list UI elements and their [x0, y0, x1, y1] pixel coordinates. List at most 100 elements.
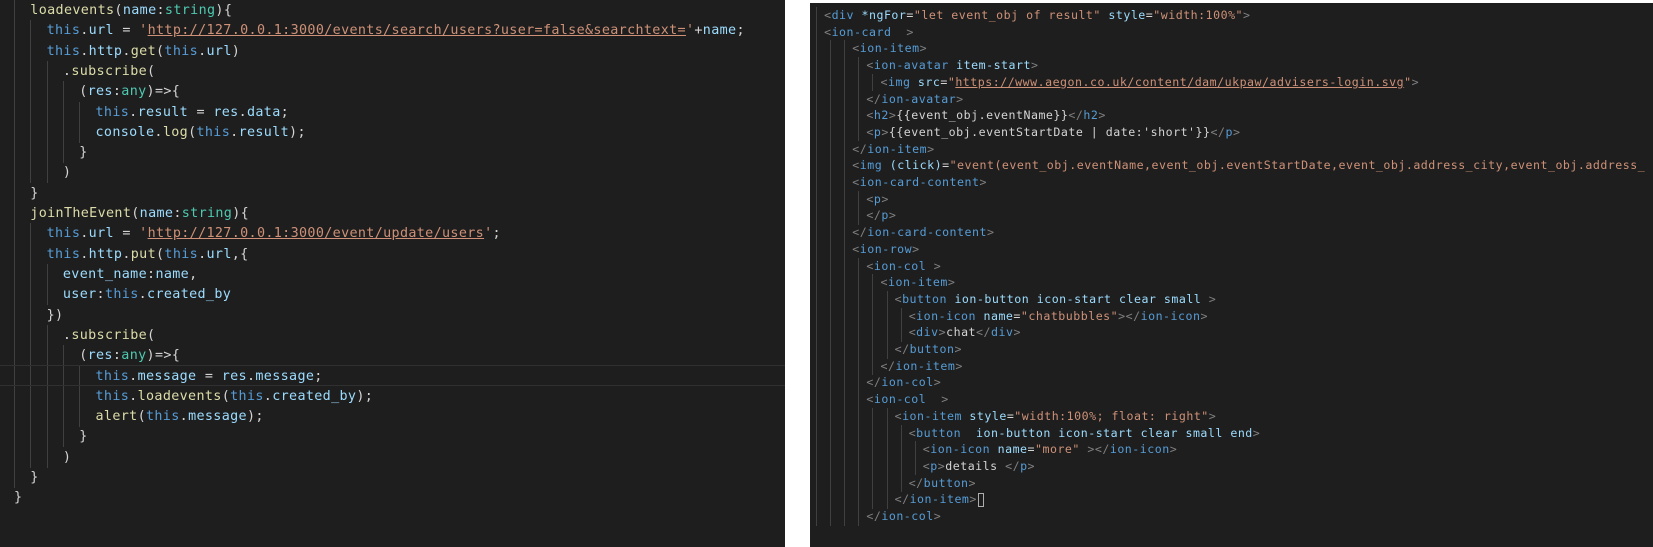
code-line[interactable]: </button>	[810, 341, 1653, 359]
code-line[interactable]: .subscribe(	[0, 324, 785, 346]
code-line[interactable]: <h2>{{event_obj.eventName}}</h2>	[810, 107, 1653, 125]
code-token: .	[122, 246, 131, 262]
code-line[interactable]: joinTheEvent(name:string){	[0, 203, 785, 224]
code-token: event_name	[62, 266, 148, 282]
code-line[interactable]: </button>	[810, 474, 1653, 493]
code-line[interactable]: .subscribe(	[0, 60, 785, 82]
code-line[interactable]: }	[0, 182, 785, 204]
indent-guide	[14, 0, 15, 21]
code-line[interactable]: <ion-card-content>	[810, 174, 1653, 192]
indent-guide	[816, 207, 817, 225]
code-line[interactable]: user:this.created_by	[0, 284, 785, 306]
code-line[interactable]: this.message = res.message;	[0, 365, 785, 387]
indent-guide	[844, 491, 846, 509]
code-line[interactable]: </ion-item>	[810, 357, 1653, 376]
code-line[interactable]: <img (click)="event(event_obj.eventName,…	[810, 157, 1653, 175]
code-line[interactable]: </ion-avatar>	[810, 90, 1653, 108]
code-line[interactable]: this.result = res.data;	[0, 101, 785, 123]
code-line[interactable]: this.url = 'http://127.0.0.1:3000/event/…	[0, 223, 785, 245]
code-token: >	[1013, 325, 1021, 340]
code-line[interactable]: </p>	[810, 207, 1653, 225]
code-line[interactable]: this.loadevents(this.created_by);	[0, 385, 785, 407]
code-line[interactable]: <ion-item>	[810, 274, 1653, 292]
code-line[interactable]: </ion-col>	[810, 508, 1653, 526]
code-token: >	[919, 41, 928, 56]
indent-guide	[858, 424, 860, 442]
code-line[interactable]: <ion-col >	[810, 391, 1653, 409]
code-token: ion-card	[831, 24, 892, 39]
code-token: src	[910, 74, 941, 89]
code-line[interactable]: </ion-item>	[810, 140, 1653, 159]
code-token: <	[852, 241, 860, 256]
indent-guide	[886, 441, 888, 459]
code-line[interactable]: <ion-icon name="chatbubbles"></ion-icon>	[810, 307, 1653, 326]
indent-guide	[872, 274, 874, 292]
code-token: )=>{	[146, 84, 181, 100]
indent-guide	[30, 366, 32, 386]
indent-guide	[886, 341, 888, 359]
code-line[interactable]: <ion-item>	[810, 40, 1653, 58]
indent-guide	[46, 60, 48, 82]
indent-guide	[830, 424, 832, 442]
code-token: ){	[232, 206, 250, 221]
code-token: =	[1013, 308, 1021, 323]
code-line[interactable]: <div>chat</div>	[810, 324, 1653, 342]
code-token: >	[933, 375, 942, 390]
code-line[interactable]: loadevents(name:string){	[0, 0, 785, 21]
code-line[interactable]: <ion-col >	[810, 257, 1653, 275]
code-line[interactable]: <button ion-button icon-start clear smal…	[810, 424, 1653, 442]
indent-guide	[844, 207, 846, 225]
code-line[interactable]: this.http.get(this.url)	[0, 40, 785, 62]
code-line[interactable]: </ion-card-content>	[810, 224, 1653, 242]
code-token: <	[866, 258, 874, 273]
code-line[interactable]: event_name:name,	[0, 263, 785, 285]
code-line[interactable]: }	[0, 142, 785, 164]
code-line[interactable]: )	[0, 446, 785, 468]
code-line[interactable]: }	[0, 466, 785, 488]
code-token: button	[923, 475, 969, 490]
code-token: >	[986, 225, 995, 240]
code-line[interactable]: })	[0, 304, 785, 326]
indent-guide	[886, 307, 888, 326]
code-line[interactable]: <img src= "https://www.aegon.co.uk/conten…	[810, 73, 1653, 92]
code-token: '	[139, 23, 148, 39]
left-code-editor[interactable]: loadevents(name:string){this.url = 'http…	[0, 0, 785, 547]
indent-guide	[14, 366, 15, 386]
code-token: name	[976, 308, 1014, 323]
code-token: this	[164, 43, 199, 59]
code-line[interactable]: <ion-icon name="more" ></ion-icon>	[810, 441, 1653, 459]
code-line[interactable]: <ion-row>	[810, 240, 1653, 259]
indent-guide	[830, 407, 832, 426]
code-line[interactable]: this.http.put(this.url,{	[0, 243, 785, 265]
code-token: >	[881, 124, 889, 139]
code-line[interactable]: <ion-card >	[810, 23, 1653, 42]
code-line[interactable]: </ion-col>	[810, 374, 1653, 392]
code-line[interactable]: <p>{{event_obj.eventStartDate | date:'sh…	[810, 123, 1653, 142]
code-token: (	[79, 348, 88, 364]
code-token: </	[880, 358, 896, 373]
code-line[interactable]: <div *ngFor="let event_obj of result" st…	[810, 7, 1653, 25]
code-token: div	[991, 325, 1014, 340]
code-line[interactable]: <p>	[810, 190, 1653, 209]
code-line[interactable]: <ion-item style="width:100%; float: righ…	[810, 407, 1653, 426]
code-line[interactable]: }	[0, 426, 785, 448]
code-line[interactable]: (res:any)=>{	[0, 81, 785, 103]
code-line[interactable]: <p>details </p>	[810, 457, 1653, 476]
code-line[interactable]: (res:any)=>{	[0, 345, 785, 367]
right-code-editor[interactable]: <div *ngFor="let event_obj of result" st…	[810, 3, 1653, 547]
code-line[interactable]: <ion-avatar item-start>	[810, 57, 1653, 75]
code-line[interactable]: </ion-item>	[810, 491, 1653, 509]
code-line[interactable]: }	[0, 487, 785, 508]
code-token: <	[880, 74, 888, 89]
code-line[interactable]: this.url = 'http://127.0.0.1:3000/events…	[0, 20, 785, 42]
code-line[interactable]: <button ion-button icon-start clear smal…	[810, 290, 1653, 309]
code-line[interactable]: console.log(this.result);	[0, 121, 785, 143]
indent-guide	[14, 101, 15, 123]
indent-guide	[30, 324, 32, 346]
indent-guide	[62, 366, 64, 386]
code-line[interactable]: alert(this.message);	[0, 406, 785, 427]
code-line[interactable]: )	[0, 162, 785, 184]
indent-guide	[914, 457, 916, 476]
indent-guide	[30, 142, 32, 164]
indent-guide	[14, 142, 15, 164]
